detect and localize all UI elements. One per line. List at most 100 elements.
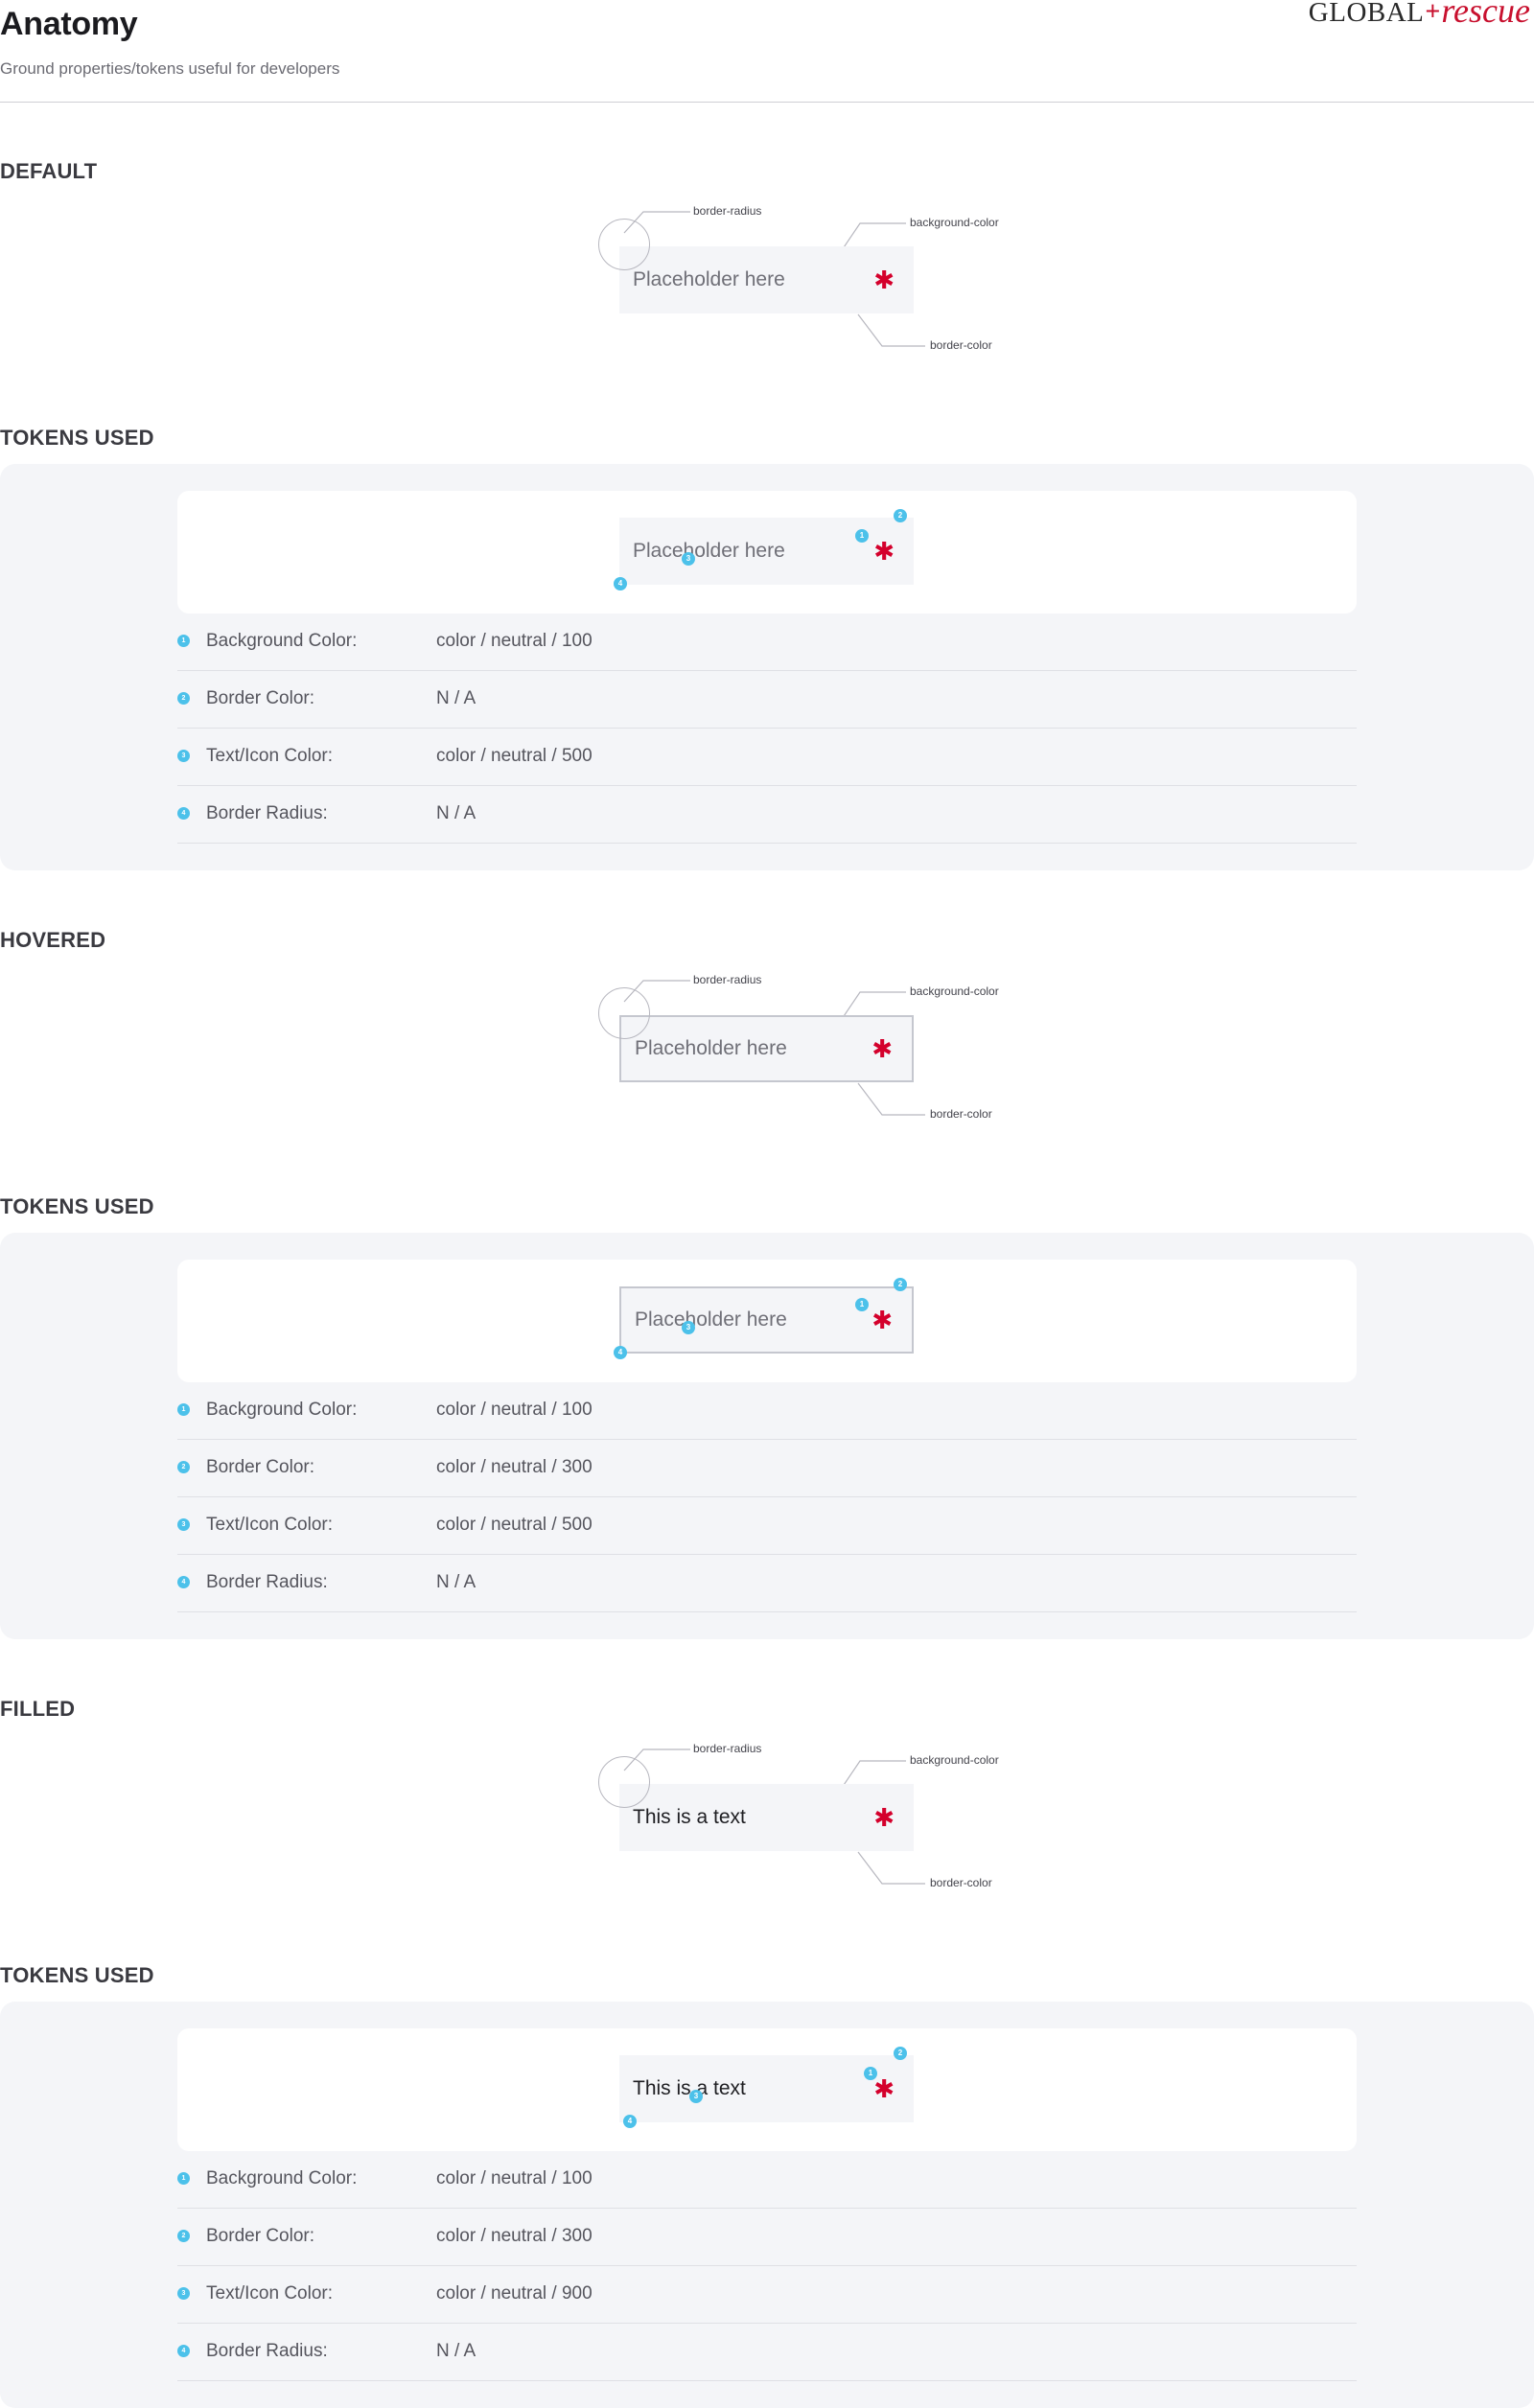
marker-3-icon: 3 bbox=[177, 1518, 190, 1531]
callout-border-radius: border-radius bbox=[693, 204, 762, 218]
header-divider bbox=[0, 102, 1534, 103]
token-label: Background Color: bbox=[206, 2168, 358, 2188]
required-asterisk-icon: ✱ bbox=[873, 537, 895, 566]
preview-input-filled: This is a text ✱ bbox=[619, 2055, 914, 2122]
token-label: Border Radius: bbox=[206, 803, 328, 823]
token-row-border-color: 2 Border Color: N / A bbox=[177, 671, 1357, 729]
token-value: color / neutral / 300 bbox=[436, 1457, 593, 1477]
callout-background-color: background-color bbox=[910, 984, 999, 998]
token-value: color / neutral / 500 bbox=[436, 746, 593, 766]
preview-input-default: Placeholder here ✱ bbox=[619, 518, 914, 585]
token-label: Text/Icon Color: bbox=[206, 2283, 333, 2304]
marker-2-icon: 2 bbox=[894, 509, 907, 522]
token-label: Border Color: bbox=[206, 2226, 314, 2246]
section-heading-tokens: TOKENS USED bbox=[0, 426, 154, 450]
preview-input-hovered: Placeholder here ✱ bbox=[619, 1286, 914, 1354]
border-radius-indicator bbox=[598, 1756, 650, 1808]
section-heading-default: DEFAULT bbox=[0, 159, 98, 183]
input-value: This is a text bbox=[633, 1806, 746, 1828]
marker-1-icon: 1 bbox=[177, 635, 190, 647]
token-value: color / neutral / 100 bbox=[436, 631, 593, 651]
border-radius-indicator bbox=[598, 219, 650, 270]
token-value: color / neutral / 900 bbox=[436, 2283, 593, 2304]
marker-4-icon: 4 bbox=[177, 1576, 190, 1588]
logo-global-text: GLOBAL bbox=[1308, 0, 1425, 28]
marker-2-icon: 2 bbox=[177, 1461, 190, 1473]
input-placeholder: Placeholder here bbox=[633, 540, 785, 562]
token-label: Background Color: bbox=[206, 631, 358, 651]
marker-3-icon: 3 bbox=[682, 1321, 695, 1334]
token-label: Border Radius: bbox=[206, 1572, 328, 1592]
section-heading-hovered: HOVERED bbox=[0, 928, 106, 952]
token-label: Border Color: bbox=[206, 688, 314, 708]
token-value: N / A bbox=[436, 803, 476, 823]
preview-card: This is a text ✱ 3 1 2 4 bbox=[177, 2028, 1357, 2151]
token-row-border-radius: 4 Border Radius: N / A bbox=[177, 1555, 1357, 1612]
callout-background-color: background-color bbox=[910, 1753, 999, 1767]
preview-card: Placeholder here ✱ 3 1 2 4 bbox=[177, 491, 1357, 614]
token-value: N / A bbox=[436, 688, 476, 708]
marker-3-icon: 3 bbox=[682, 552, 695, 566]
anatomy-filled: This is a text ✱ border-radius backgroun… bbox=[0, 1729, 1534, 1902]
marker-1-icon: 1 bbox=[177, 2172, 190, 2185]
token-row-background-color: 1 Background Color: color / neutral / 10… bbox=[177, 1382, 1357, 1440]
required-asterisk-icon: ✱ bbox=[872, 1034, 893, 1063]
token-row-text-icon-color: 3 Text/Icon Color: color / neutral / 500 bbox=[177, 1497, 1357, 1555]
input-placeholder: Placeholder here bbox=[633, 268, 785, 290]
token-value: color / neutral / 100 bbox=[436, 1400, 593, 1420]
token-value: N / A bbox=[436, 1572, 476, 1592]
required-asterisk-icon: ✱ bbox=[873, 266, 895, 294]
page-subtitle: Ground properties/tokens useful for deve… bbox=[0, 59, 340, 78]
callout-border-radius: border-radius bbox=[693, 973, 762, 986]
border-radius-indicator bbox=[598, 987, 650, 1039]
logo-rescue-text: rescue bbox=[1441, 0, 1530, 30]
section-heading-tokens: TOKENS USED bbox=[0, 1194, 154, 1218]
preview-card: Placeholder here ✱ 3 1 2 4 bbox=[177, 1260, 1357, 1382]
required-asterisk-icon: ✱ bbox=[872, 1306, 893, 1334]
anatomy-default: Placeholder here ✱ border-radius backgro… bbox=[0, 192, 1534, 364]
marker-1-icon: 1 bbox=[855, 1298, 869, 1311]
global-rescue-logo: GLOBAL + rescue bbox=[1309, 0, 1530, 29]
callout-border-color: border-color bbox=[930, 1876, 992, 1889]
token-row-border-radius: 4 Border Radius: N / A bbox=[177, 786, 1357, 844]
tokens-panel-default: Placeholder here ✱ 3 1 2 4 1 Background … bbox=[0, 464, 1534, 870]
required-asterisk-icon: ✱ bbox=[873, 1803, 895, 1832]
section-heading-filled: FILLED bbox=[0, 1697, 76, 1721]
token-row-text-icon-color: 3 Text/Icon Color: color / neutral / 900 bbox=[177, 2266, 1357, 2324]
token-row-border-color: 2 Border Color: color / neutral / 300 bbox=[177, 2209, 1357, 2266]
marker-4-icon: 4 bbox=[177, 807, 190, 820]
marker-3-icon: 3 bbox=[177, 2287, 190, 2300]
tokens-panel-hovered: Placeholder here ✱ 3 1 2 4 1 Background … bbox=[0, 1233, 1534, 1639]
token-row-background-color: 1 Background Color: color / neutral / 10… bbox=[177, 614, 1357, 671]
marker-1-icon: 1 bbox=[864, 2067, 877, 2080]
marker-4-icon: 4 bbox=[623, 2115, 637, 2128]
callout-background-color: background-color bbox=[910, 216, 999, 229]
input-field-filled[interactable]: This is a text ✱ bbox=[619, 1784, 914, 1851]
marker-1-icon: 1 bbox=[177, 1403, 190, 1416]
token-label: Border Color: bbox=[206, 1457, 314, 1477]
section-heading-tokens: TOKENS USED bbox=[0, 1963, 154, 1987]
token-label: Border Radius: bbox=[206, 2341, 328, 2361]
marker-4-icon: 4 bbox=[614, 577, 627, 590]
input-field-default[interactable]: Placeholder here ✱ bbox=[619, 246, 914, 313]
marker-4-icon: 4 bbox=[614, 1346, 627, 1359]
page-title: Anatomy bbox=[0, 6, 138, 42]
callout-border-color: border-color bbox=[930, 1107, 992, 1121]
marker-4-icon: 4 bbox=[177, 2345, 190, 2357]
tokens-panel-filled: This is a text ✱ 3 1 2 4 1 Background Co… bbox=[0, 2002, 1534, 2408]
token-value: color / neutral / 500 bbox=[436, 1515, 593, 1535]
marker-2-icon: 2 bbox=[894, 2047, 907, 2060]
input-field-hovered[interactable]: Placeholder here ✱ bbox=[619, 1015, 914, 1082]
marker-3-icon: 3 bbox=[689, 2090, 703, 2103]
token-row-border-color: 2 Border Color: color / neutral / 300 bbox=[177, 1440, 1357, 1497]
marker-2-icon: 2 bbox=[177, 2230, 190, 2242]
logo-cross-icon: + bbox=[1425, 0, 1441, 27]
token-value: N / A bbox=[436, 2341, 476, 2361]
token-row-text-icon-color: 3 Text/Icon Color: color / neutral / 500 bbox=[177, 729, 1357, 786]
marker-3-icon: 3 bbox=[177, 750, 190, 762]
token-label: Text/Icon Color: bbox=[206, 746, 333, 766]
marker-2-icon: 2 bbox=[177, 692, 190, 705]
input-placeholder: Placeholder here bbox=[635, 1037, 787, 1059]
anatomy-hovered: Placeholder here ✱ border-radius backgro… bbox=[0, 961, 1534, 1133]
input-placeholder: Placeholder here bbox=[635, 1308, 787, 1331]
